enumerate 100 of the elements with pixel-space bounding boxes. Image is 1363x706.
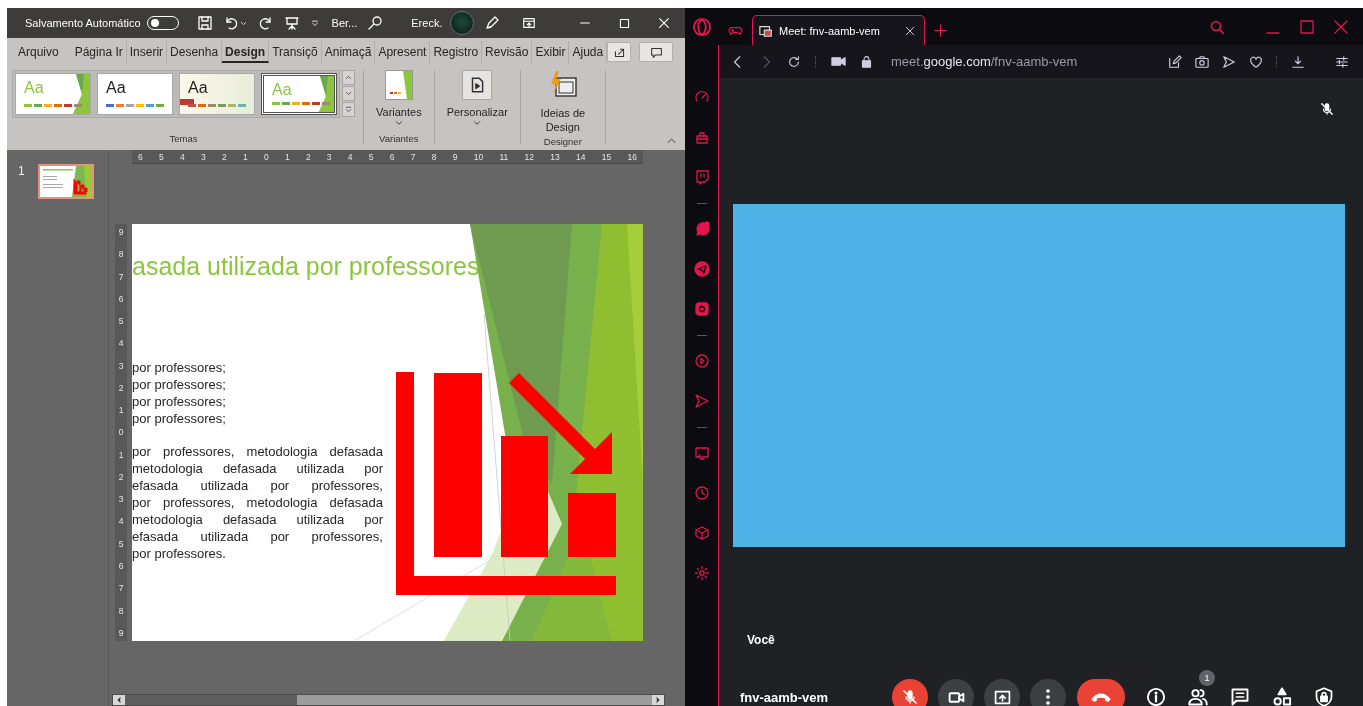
chat-icon — [1230, 687, 1250, 706]
close-icon[interactable] — [657, 16, 671, 30]
snapshot-icon[interactable] — [1195, 54, 1209, 69]
expand-icon — [344, 105, 353, 114]
microphone-off-icon — [1320, 102, 1334, 116]
ruler-number: 3 — [326, 151, 332, 162]
search-icon[interactable] — [367, 15, 384, 31]
collapse-ribbon-icon[interactable] — [666, 135, 677, 146]
video-camera-icon[interactable] — [831, 54, 846, 69]
camera-button[interactable] — [938, 679, 974, 706]
ribbon-tab[interactable]: Apresent — [375, 40, 431, 64]
theme-thumbnail[interactable]: Aa — [97, 73, 173, 115]
redo-icon[interactable] — [257, 15, 274, 31]
download-icon[interactable] — [1291, 54, 1305, 69]
group-label: Temas — [169, 133, 198, 144]
ruler-number: 8 — [118, 605, 124, 616]
edit-icon[interactable] — [1168, 54, 1182, 69]
ruler-number: 8 — [431, 151, 437, 162]
camera-icon[interactable] — [693, 301, 710, 317]
ruler-number: 16 — [627, 151, 637, 162]
ribbon-tab[interactable]: Design — [222, 41, 270, 63]
ruler-number: 0 — [118, 427, 124, 438]
ruler-number: 4 — [118, 338, 124, 349]
ruler-number: 7 — [118, 271, 124, 282]
ring-logo-icon[interactable] — [691, 16, 712, 37]
ribbon-tab[interactable]: Revisão — [482, 40, 533, 64]
ribbon-tab[interactable]: Desenha — [167, 40, 223, 64]
video-tab-icon — [759, 23, 773, 38]
ribbon-tab[interactable]: Registro — [430, 40, 483, 64]
ruler-number: 5 — [118, 316, 124, 327]
caret-icon — [472, 118, 483, 128]
ruler-number: 9 — [118, 227, 124, 237]
ribbon-tab[interactable]: Inserir — [126, 40, 168, 64]
maximize-icon[interactable] — [618, 16, 631, 30]
shapes-icon — [1272, 687, 1292, 706]
pen-icon[interactable] — [484, 15, 501, 31]
sliders-icon[interactable] — [1335, 54, 1349, 69]
clock-icon[interactable] — [693, 485, 710, 501]
chat-tv-icon[interactable] — [693, 169, 710, 185]
customize-button[interactable]: Personalizar — [446, 70, 508, 128]
ruler-number: 2 — [118, 471, 124, 482]
slide-thumbnail[interactable] — [37, 164, 94, 199]
ribbon-tab[interactable]: Página Ir — [71, 40, 127, 64]
ruler-number: 5 — [118, 538, 124, 549]
lock-icon[interactable] — [860, 55, 873, 68]
reload-icon[interactable] — [787, 54, 801, 69]
bullet-text: por professores; — [132, 359, 226, 376]
more-button[interactable] — [342, 102, 355, 117]
share-button[interactable] — [607, 42, 632, 62]
file-name: Ber... — [331, 17, 358, 29]
ruler-number: 1 — [284, 151, 290, 162]
new-tab-icon[interactable] — [933, 23, 948, 38]
user-name: Ereck. — [411, 17, 443, 29]
ruler-number: 7 — [118, 583, 124, 594]
ruler-number: 4 — [118, 516, 124, 527]
close-icon[interactable] — [904, 24, 916, 37]
paper-plane-icon[interactable] — [693, 261, 710, 277]
phone-icon — [1091, 692, 1111, 702]
microphone-button[interactable] — [892, 679, 928, 706]
ruler-number: 5 — [159, 151, 164, 162]
horizontal-scrollbar[interactable] — [112, 694, 665, 706]
scroll-left-icon[interactable] — [113, 695, 125, 705]
scroll-right-icon[interactable] — [652, 695, 664, 705]
more-vertical-icon — [1046, 689, 1050, 705]
browser-tab[interactable]: Meet: fnv-aamb-vem — [752, 15, 925, 45]
ribbon-tab[interactable]: Exibir — [532, 40, 570, 64]
present-button[interactable] — [984, 679, 1020, 706]
ribbon-tab[interactable]: Transiçõ — [269, 40, 322, 64]
phone-bubble-icon[interactable] — [693, 221, 710, 237]
ribbon-tab[interactable]: Arquivo — [15, 40, 62, 64]
save-icon[interactable] — [196, 15, 213, 31]
hang-up-button[interactable] — [1077, 679, 1125, 706]
play-icon[interactable] — [693, 353, 710, 369]
participant-name: Você — [747, 633, 776, 647]
variants-button[interactable]: Variantes — [376, 70, 422, 128]
scroll-up-button[interactable] — [342, 70, 355, 85]
avatar[interactable] — [450, 11, 475, 35]
ruler-number: 10 — [473, 151, 484, 162]
presenter-icon[interactable] — [283, 15, 300, 31]
screen-icon[interactable] — [693, 445, 710, 461]
ruler-number: 6 — [389, 151, 395, 162]
slide-variant-icon — [384, 70, 413, 100]
settings-icon[interactable] — [693, 565, 710, 581]
design-ideas-button[interactable]: Ideias de Design — [532, 70, 593, 134]
heart-icon[interactable] — [1249, 54, 1263, 69]
more-options-button[interactable] — [1030, 679, 1066, 706]
paragraph-line: efasada utilizada por professores, — [132, 528, 383, 545]
scroll-down-button[interactable] — [342, 86, 355, 101]
caret-icon[interactable] — [309, 18, 320, 28]
url-text[interactable]: meet.google.com/fnv-aamb-vem — [891, 54, 1078, 69]
group-label: Variantes — [379, 133, 419, 144]
bag-icon[interactable] — [693, 129, 710, 145]
ribbon-display-icon[interactable] — [522, 16, 537, 30]
chevron-down-icon — [344, 89, 353, 98]
cube-icon[interactable] — [693, 525, 710, 541]
paragraph-line: metodologia defasada utilizada por — [132, 460, 383, 477]
ruler-number: 12 — [524, 151, 534, 162]
comments-button[interactable] — [639, 42, 673, 62]
theme-thumbnail[interactable]: Aa — [179, 73, 255, 115]
ribbon-tab[interactable]: Animaçã — [321, 40, 376, 64]
